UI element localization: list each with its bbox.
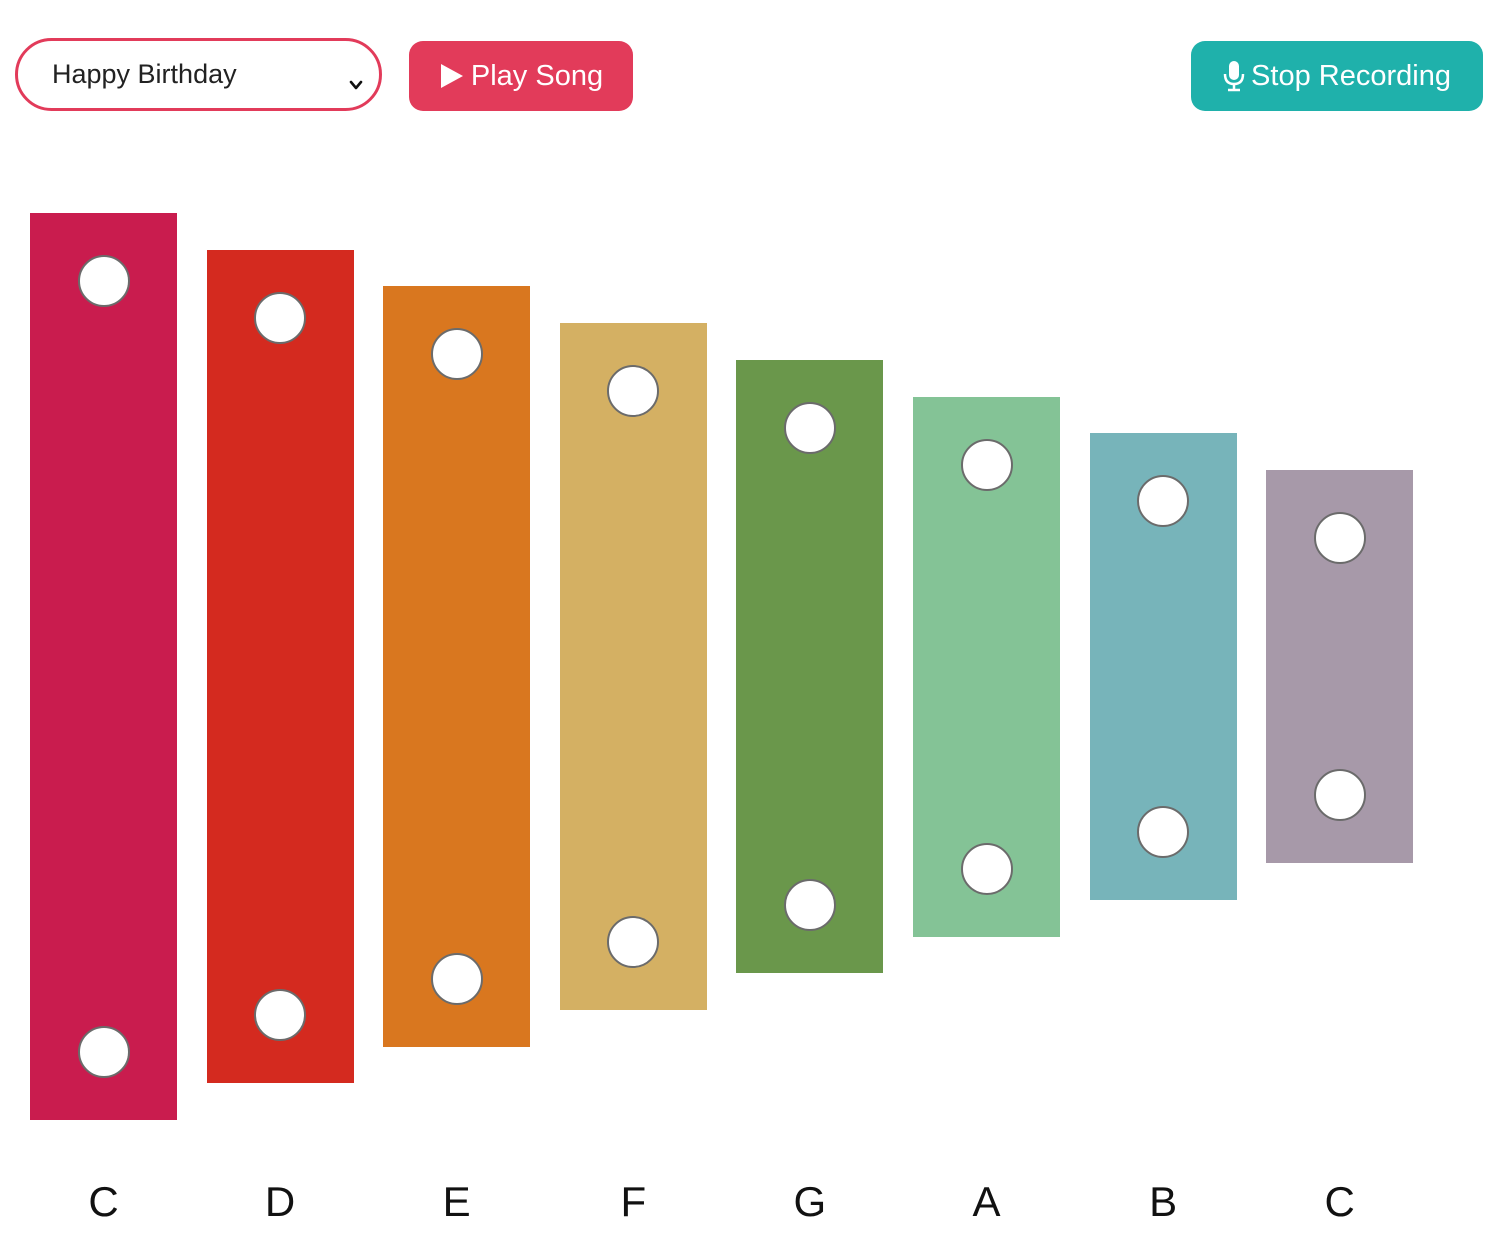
bar-hole-bottom: [607, 915, 660, 968]
chevron-down-icon: [349, 68, 363, 89]
bar-hole-top: [1313, 511, 1366, 564]
xylophone-bar-e[interactable]: [383, 286, 531, 1047]
bar-hole-top: [960, 438, 1013, 491]
bar-hole-bottom: [960, 842, 1013, 895]
bar-hole-top: [783, 401, 836, 454]
bar-hole-bottom: [254, 989, 307, 1042]
song-select-value: Happy Birthday: [52, 59, 237, 89]
bar-hole-top: [607, 365, 660, 418]
xylophone-bar-c-high[interactable]: [1266, 469, 1414, 864]
note-label: C: [1324, 1178, 1355, 1225]
note-label: G: [793, 1178, 827, 1225]
xylophone-bar-g[interactable]: [736, 359, 884, 974]
note-label: E: [442, 1178, 471, 1225]
bar-hole-top: [430, 328, 483, 381]
stop-recording-button[interactable]: Stop Recording: [1191, 41, 1483, 111]
play-icon: [439, 62, 465, 90]
xylophone-bar-d[interactable]: [206, 249, 354, 1084]
bar-hole-bottom: [1137, 805, 1190, 858]
microphone-icon: [1223, 60, 1245, 92]
note-label: C: [88, 1178, 119, 1225]
play-song-label: Play Song: [470, 59, 604, 92]
play-song-button[interactable]: Play Song: [409, 41, 633, 111]
note-label: F: [620, 1178, 647, 1225]
bar-hole-bottom: [1313, 769, 1366, 822]
bar-hole-top: [1137, 475, 1190, 528]
bar-hole-top: [77, 255, 130, 307]
note-label: A: [972, 1178, 1001, 1225]
xylophone-bar-a[interactable]: [913, 396, 1060, 937]
xylophone-bar-b[interactable]: [1089, 433, 1237, 900]
bar-hole-bottom: [77, 1026, 130, 1078]
bar-hole-bottom: [430, 952, 483, 1005]
xylophone-bar-f[interactable]: [559, 323, 707, 1010]
xylophone-bar-c[interactable]: [30, 213, 177, 1120]
song-select[interactable]: Happy Birthday: [15, 38, 382, 111]
bar-hole-top: [254, 291, 307, 344]
stop-recording-label: Stop Recording: [1251, 59, 1451, 92]
note-label: D: [264, 1178, 296, 1225]
note-label: B: [1149, 1178, 1178, 1225]
bar-hole-bottom: [783, 879, 836, 932]
